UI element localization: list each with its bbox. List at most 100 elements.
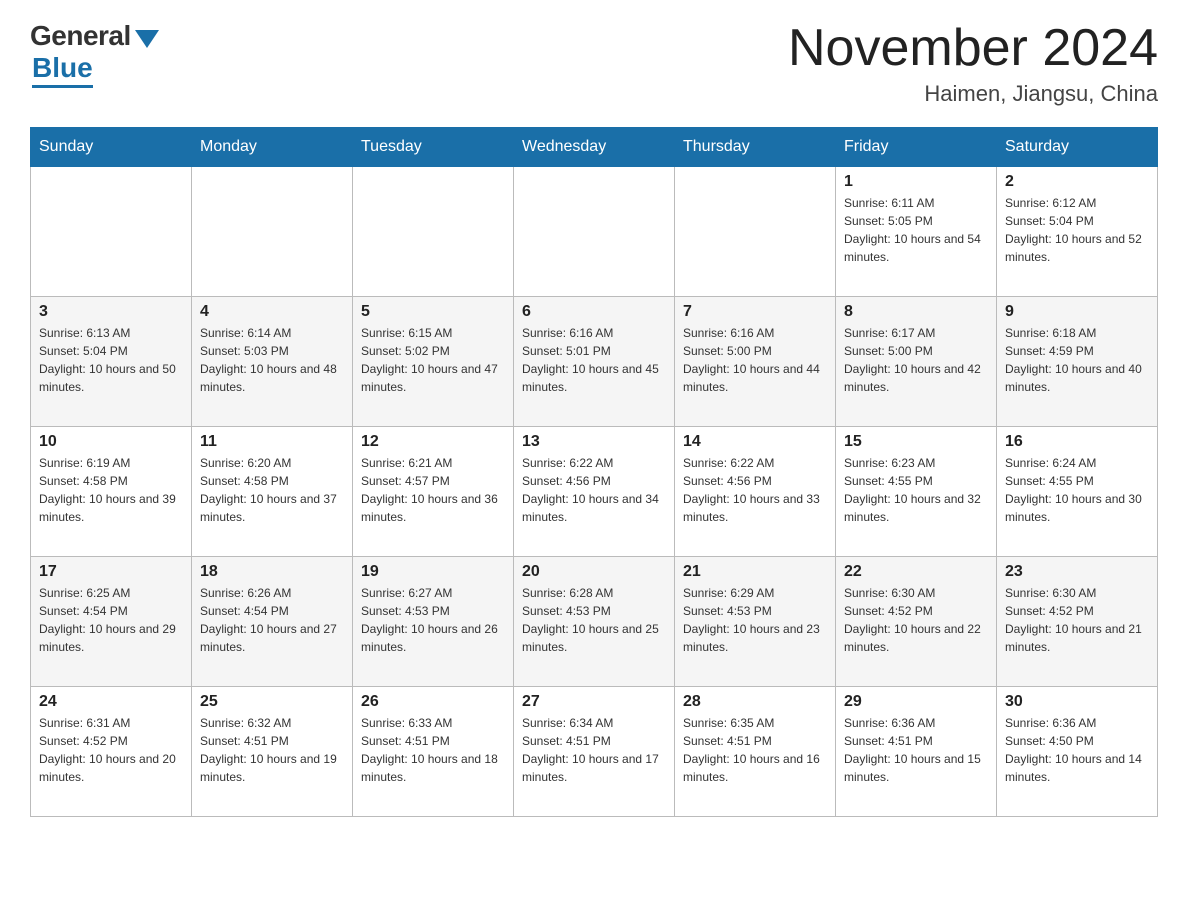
day-info-line: Sunrise: 6:22 AM	[522, 454, 666, 472]
calendar-cell: 4Sunrise: 6:14 AMSunset: 5:03 PMDaylight…	[192, 297, 353, 427]
weekday-header-friday: Friday	[836, 128, 997, 167]
day-info: Sunrise: 6:18 AMSunset: 4:59 PMDaylight:…	[1005, 324, 1149, 396]
day-info-line: Daylight: 10 hours and 37 minutes.	[200, 490, 344, 526]
calendar-cell	[514, 167, 675, 297]
calendar-cell: 30Sunrise: 6:36 AMSunset: 4:50 PMDayligh…	[997, 687, 1158, 817]
day-info-line: Sunrise: 6:16 AM	[522, 324, 666, 342]
day-number: 14	[683, 433, 827, 451]
weekday-header-wednesday: Wednesday	[514, 128, 675, 167]
day-info-line: Daylight: 10 hours and 33 minutes.	[683, 490, 827, 526]
day-info: Sunrise: 6:16 AMSunset: 5:00 PMDaylight:…	[683, 324, 827, 396]
day-info-line: Sunset: 4:51 PM	[683, 732, 827, 750]
day-number: 17	[39, 563, 183, 581]
day-info: Sunrise: 6:20 AMSunset: 4:58 PMDaylight:…	[200, 454, 344, 526]
day-info-line: Sunrise: 6:28 AM	[522, 584, 666, 602]
day-number: 4	[200, 303, 344, 321]
weekday-header-monday: Monday	[192, 128, 353, 167]
day-number: 28	[683, 693, 827, 711]
week-row-4: 17 Sunrise: 6:25 AMSunset: 4:54 PMDayligh…	[31, 557, 1158, 687]
day-info: Sunrise: 6:25 AMSunset: 4:54 PMDaylight:…	[39, 584, 183, 656]
day-info-line: Sunrise: 6:30 AM	[1005, 584, 1149, 602]
day-info: Sunrise: 6:23 AMSunset: 4:55 PMDaylight:…	[844, 454, 988, 526]
calendar-cell: 27Sunrise: 6:34 AMSunset: 4:51 PMDayligh…	[514, 687, 675, 817]
day-number: 5	[361, 303, 505, 321]
day-info-line: Sunrise: 6:26 AM	[200, 584, 344, 602]
day-info-line: Sunrise: 6:34 AM	[522, 714, 666, 732]
day-info-line: Sunrise: 6:18 AM	[1005, 324, 1149, 342]
day-info: Sunrise: 6:22 AMSunset: 4:56 PMDaylight:…	[683, 454, 827, 526]
calendar-cell: 18Sunrise: 6:26 AMSunset: 4:54 PMDayligh…	[192, 557, 353, 687]
day-number: 27	[522, 693, 666, 711]
day-info: Sunrise: 6:21 AMSunset: 4:57 PMDaylight:…	[361, 454, 505, 526]
day-info-line: Sunset: 4:59 PM	[1005, 342, 1149, 360]
day-info: Sunrise: 6:16 AMSunset: 5:01 PMDaylight:…	[522, 324, 666, 396]
calendar-cell: 20Sunrise: 6:28 AMSunset: 4:53 PMDayligh…	[514, 557, 675, 687]
day-info: Sunrise: 6:36 AMSunset: 4:50 PMDaylight:…	[1005, 714, 1149, 786]
day-number: 25	[200, 693, 344, 711]
calendar-table: SundayMondayTuesdayWednesdayThursdayFrid…	[30, 127, 1158, 817]
day-number: 9	[1005, 303, 1149, 321]
day-info-line: Sunset: 4:56 PM	[683, 472, 827, 490]
day-info-line: Sunrise: 6:11 AM	[844, 194, 988, 212]
calendar-cell: 28Sunrise: 6:35 AMSunset: 4:51 PMDayligh…	[675, 687, 836, 817]
calendar-cell: 15 Sunrise: 6:23 AMSunset: 4:55 PMDayligh…	[836, 427, 997, 557]
day-number: 12	[361, 433, 505, 451]
day-info-line: Sunrise: 6:30 AM	[844, 584, 988, 602]
day-info-line: Daylight: 10 hours and 19 minutes.	[200, 750, 344, 786]
day-info-line: Sunset: 4:58 PM	[39, 472, 183, 490]
day-info-line: Sunrise: 6:21 AM	[361, 454, 505, 472]
day-info-line: Sunrise: 6:17 AM	[844, 324, 988, 342]
calendar-cell: 19Sunrise: 6:27 AMSunset: 4:53 PMDayligh…	[353, 557, 514, 687]
day-info-line: Daylight: 10 hours and 23 minutes.	[683, 620, 827, 656]
day-info-line: Sunset: 4:58 PM	[200, 472, 344, 490]
day-info: Sunrise: 6:32 AMSunset: 4:51 PMDaylight:…	[200, 714, 344, 786]
day-number: 7	[683, 303, 827, 321]
day-number: 2	[1005, 173, 1149, 191]
day-info-line: Sunrise: 6:25 AM	[39, 584, 183, 602]
day-info-line: Sunrise: 6:35 AM	[683, 714, 827, 732]
day-number: 26	[361, 693, 505, 711]
day-info-line: Sunset: 5:00 PM	[683, 342, 827, 360]
calendar-cell	[192, 167, 353, 297]
day-number: 19	[361, 563, 505, 581]
day-number: 24	[39, 693, 183, 711]
day-number: 11	[200, 433, 344, 451]
calendar-cell: 2 Sunrise: 6:12 AMSunset: 5:04 PMDaylight…	[997, 167, 1158, 297]
day-info-line: Sunset: 4:53 PM	[683, 602, 827, 620]
day-info-line: Sunrise: 6:24 AM	[1005, 454, 1149, 472]
day-info-line: Sunrise: 6:15 AM	[361, 324, 505, 342]
day-info-line: Sunset: 4:51 PM	[844, 732, 988, 750]
day-info: Sunrise: 6:13 AMSunset: 5:04 PMDaylight:…	[39, 324, 183, 396]
day-info-line: Daylight: 10 hours and 30 minutes.	[1005, 490, 1149, 526]
day-info-line: Daylight: 10 hours and 18 minutes.	[361, 750, 505, 786]
day-info-line: Sunset: 4:50 PM	[1005, 732, 1149, 750]
week-row-2: 3Sunrise: 6:13 AMSunset: 5:04 PMDaylight…	[31, 297, 1158, 427]
day-info-line: Daylight: 10 hours and 17 minutes.	[522, 750, 666, 786]
day-info-line: Sunset: 5:02 PM	[361, 342, 505, 360]
day-info-line: Daylight: 10 hours and 26 minutes.	[361, 620, 505, 656]
week-row-1: 1 Sunrise: 6:11 AMSunset: 5:05 PMDaylight…	[31, 167, 1158, 297]
day-info: Sunrise: 6:11 AMSunset: 5:05 PMDaylight:…	[844, 194, 988, 266]
day-info: Sunrise: 6:29 AMSunset: 4:53 PMDaylight:…	[683, 584, 827, 656]
day-number: 1	[844, 173, 988, 191]
calendar-cell: 13Sunrise: 6:22 AMSunset: 4:56 PMDayligh…	[514, 427, 675, 557]
day-info-line: Daylight: 10 hours and 25 minutes.	[522, 620, 666, 656]
weekday-header-tuesday: Tuesday	[353, 128, 514, 167]
title-area: November 2024 Haimen, Jiangsu, China	[788, 20, 1158, 107]
day-info-line: Sunset: 5:01 PM	[522, 342, 666, 360]
day-info-line: Sunset: 4:52 PM	[39, 732, 183, 750]
day-info-line: Sunrise: 6:22 AM	[683, 454, 827, 472]
day-info-line: Sunrise: 6:36 AM	[844, 714, 988, 732]
calendar-cell	[31, 167, 192, 297]
calendar-cell: 8Sunrise: 6:17 AMSunset: 5:00 PMDaylight…	[836, 297, 997, 427]
day-info: Sunrise: 6:30 AMSunset: 4:52 PMDaylight:…	[1005, 584, 1149, 656]
day-number: 22	[844, 563, 988, 581]
calendar-cell: 24 Sunrise: 6:31 AMSunset: 4:52 PMDayligh…	[31, 687, 192, 817]
weekday-header-saturday: Saturday	[997, 128, 1158, 167]
calendar-cell: 21Sunrise: 6:29 AMSunset: 4:53 PMDayligh…	[675, 557, 836, 687]
day-info-line: Daylight: 10 hours and 54 minutes.	[844, 230, 988, 266]
day-info: Sunrise: 6:12 AMSunset: 5:04 PMDaylight:…	[1005, 194, 1149, 266]
day-number: 15	[844, 433, 988, 451]
day-info: Sunrise: 6:31 AMSunset: 4:52 PMDaylight:…	[39, 714, 183, 786]
day-info-line: Daylight: 10 hours and 21 minutes.	[1005, 620, 1149, 656]
